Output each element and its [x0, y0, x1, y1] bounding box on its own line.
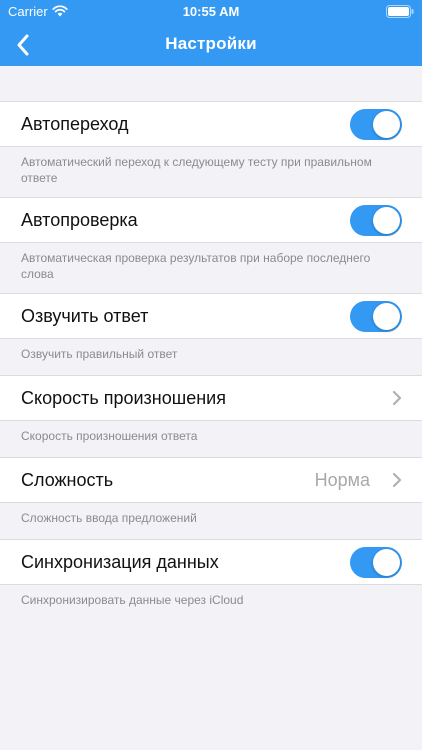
toggle-knob [373, 207, 400, 234]
sync-toggle[interactable] [350, 547, 402, 578]
page-title: Настройки [165, 34, 257, 53]
header: Carrier 10:55 AM Настройки [0, 0, 422, 66]
nav-bar: Настройки [0, 24, 422, 66]
setting-label: Сложность [21, 470, 114, 490]
setting-footnote: Скорость произношения ответа [21, 429, 198, 443]
setting-row-speak-answer: Озвучить ответ [0, 293, 422, 339]
speak-answer-toggle[interactable] [350, 301, 402, 332]
setting-row-autocheck: Автопроверка [0, 197, 422, 243]
autocheck-toggle[interactable] [350, 205, 402, 236]
setting-footnote: Синхронизировать данные через iCloud [21, 593, 244, 607]
toggle-knob [373, 111, 400, 138]
chevron-right-icon [392, 390, 402, 406]
setting-label: Автопереход [21, 114, 129, 134]
setting-row-autoadvance: Автопереход [0, 101, 422, 147]
setting-footnote: Сложность ввода предложений [21, 511, 197, 525]
setting-footnote: Автоматическая проверка результатов при … [21, 251, 371, 281]
setting-footnote: Автоматический переход к следующему тест… [21, 155, 372, 185]
setting-row-speech-rate[interactable]: Скорость произношения [0, 375, 422, 421]
setting-footnote: Озвучить правильный ответ [21, 347, 178, 361]
status-time: 10:55 AM [182, 4, 240, 19]
toggle-knob [373, 549, 400, 576]
setting-label: Скорость произношения [21, 388, 226, 408]
toggle-knob [373, 303, 400, 330]
difficulty-value: Норма [314, 470, 370, 490]
setting-row-difficulty[interactable]: Сложность Норма [0, 457, 422, 503]
autoadvance-toggle[interactable] [350, 109, 402, 140]
battery-icon [386, 5, 414, 18]
setting-label: Синхронизация данных [21, 552, 219, 572]
setting-label: Автопроверка [21, 210, 138, 230]
setting-row-sync: Синхронизация данных [0, 539, 422, 585]
status-bar: Carrier 10:55 AM [0, 0, 422, 24]
setting-label: Озвучить ответ [21, 306, 149, 326]
chevron-right-icon [392, 472, 402, 488]
